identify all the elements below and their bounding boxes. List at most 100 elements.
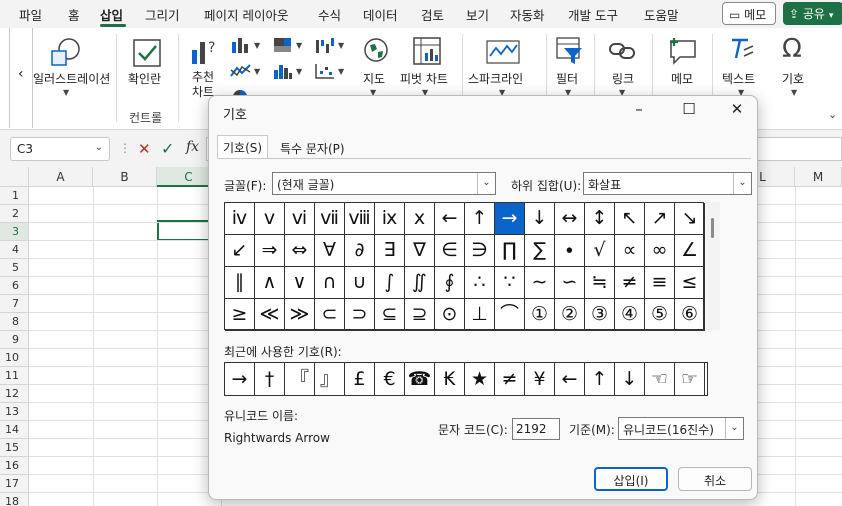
symbol-cell[interactable]: ∥ bbox=[225, 267, 255, 299]
row-header-2[interactable]: 2 bbox=[0, 205, 29, 223]
symbol-cell[interactable]: ∪ bbox=[345, 267, 375, 299]
symbol-cell[interactable]: ⊆ bbox=[375, 299, 405, 331]
close-icon[interactable]: ✕ bbox=[723, 100, 751, 124]
symbol-cell[interactable]: ① bbox=[525, 299, 555, 331]
recent-symbol-cell[interactable]: ☞ bbox=[675, 363, 705, 395]
symbol-cell[interactable]: ③ bbox=[585, 299, 615, 331]
row-header-14[interactable]: 14 bbox=[0, 421, 29, 439]
row-header-3[interactable]: 3 bbox=[0, 223, 29, 241]
recent-symbol-cell[interactable]: ↑ bbox=[585, 363, 615, 395]
symbol-cell[interactable]: ↗ bbox=[645, 203, 675, 235]
symbol-cell[interactable]: ⌒ bbox=[495, 299, 525, 331]
row-header-7[interactable]: 7 bbox=[0, 295, 29, 313]
tab-help[interactable]: 도움말 bbox=[644, 5, 679, 24]
recent-symbol-cell[interactable]: ¥ bbox=[525, 363, 555, 395]
tab-draw[interactable]: 그리기 bbox=[145, 5, 180, 24]
symbol-cell[interactable]: ∼ bbox=[525, 267, 555, 299]
recent-symbol-cell[interactable]: ↓ bbox=[615, 363, 645, 395]
symbol-cell[interactable]: ∝ bbox=[615, 235, 645, 267]
scrollbar-thumb[interactable] bbox=[711, 218, 714, 238]
symbol-cell[interactable]: ⅹ bbox=[405, 203, 435, 235]
recent-symbol-cell[interactable]: 』 bbox=[315, 363, 345, 395]
symbol-cell[interactable]: ↘ bbox=[675, 203, 705, 235]
scatter-chart-button[interactable]: ▼ bbox=[314, 62, 348, 82]
minimize-icon[interactable]: – bbox=[625, 100, 653, 124]
cancel-formula-button[interactable]: ✕ bbox=[138, 140, 151, 158]
select-all-corner[interactable] bbox=[0, 167, 29, 187]
waterfall-chart-button[interactable]: ▼ bbox=[314, 36, 348, 56]
from-select[interactable]: 유니코드(16진수) ⌄ bbox=[618, 417, 744, 440]
share-button[interactable]: ⇪ 공유 ▾ bbox=[783, 2, 842, 25]
row-header-1[interactable]: 1 bbox=[0, 187, 29, 205]
symbol-cell[interactable]: ∃ bbox=[375, 235, 405, 267]
symbol-cell[interactable]: ∏ bbox=[495, 235, 525, 267]
symbol-cell[interactable]: ∇ bbox=[405, 235, 435, 267]
symbol-cell[interactable]: ∬ bbox=[405, 267, 435, 299]
symbol-cell[interactable]: √ bbox=[585, 235, 615, 267]
symbol-cell[interactable]: ↓ bbox=[525, 203, 555, 235]
tab-page-layout[interactable]: 페이지 레이아웃 bbox=[204, 5, 288, 24]
symbols-button[interactable]: Ω 기호 ▼ bbox=[772, 32, 816, 106]
recent-symbol-cell[interactable]: ← bbox=[555, 363, 585, 395]
symbol-cell[interactable]: ≠ bbox=[615, 267, 645, 299]
symbol-cell[interactable]: ∂ bbox=[345, 235, 375, 267]
symbol-grid[interactable]: ⅳ ⅴ ⅵ ⅶ ⅷ ⅸ ⅹ ← ↑ → ↓ ↔ ↕ ↖ ↗ ↘ ↙ ⇒ ⇔ ∀ ∂ ∃ ∇ ∈ ∋ ∏ ∑ ∙ √ ∝ ∞ ∠ ∥ ∧ ∨ ∩ ∪ ∫ ∬ ∮… bbox=[224, 202, 705, 331]
tab-developer[interactable]: 개발 도구 bbox=[568, 5, 618, 24]
row-header-18[interactable]: 18 bbox=[0, 493, 29, 506]
symbol-cell[interactable]: ≫ bbox=[285, 299, 315, 331]
tab-automate[interactable]: 자동화 bbox=[510, 5, 545, 24]
symbol-cell[interactable]: ∵ bbox=[495, 267, 525, 299]
symbol-cell[interactable]: ⅷ bbox=[345, 203, 375, 235]
symbol-cell[interactable]: ↕ bbox=[585, 203, 615, 235]
tab-data[interactable]: 데이터 bbox=[363, 5, 398, 24]
symbol-cell[interactable]: ⅶ bbox=[315, 203, 345, 235]
recent-symbol-cell[interactable]: € bbox=[375, 363, 405, 395]
symbol-cell[interactable]: ⑤ bbox=[645, 299, 675, 331]
symbol-cell[interactable]: ↔ bbox=[555, 203, 585, 235]
row-header-11[interactable]: 11 bbox=[0, 367, 29, 385]
tab-symbols[interactable]: 기호(S) bbox=[217, 135, 269, 159]
symbol-cell[interactable]: ≪ bbox=[255, 299, 285, 331]
row-header-6[interactable]: 6 bbox=[0, 277, 29, 295]
row-header-8[interactable]: 8 bbox=[0, 313, 29, 331]
symbol-grid-scrollbar[interactable] bbox=[706, 202, 720, 330]
symbol-cell[interactable]: ∫ bbox=[375, 267, 405, 299]
row-header-10[interactable]: 10 bbox=[0, 349, 29, 367]
symbol-cell[interactable]: ↖ bbox=[615, 203, 645, 235]
symbol-cell[interactable]: ⊇ bbox=[405, 299, 435, 331]
name-box[interactable]: C3 ⌄ bbox=[10, 137, 110, 161]
row-header-12[interactable]: 12 bbox=[0, 385, 29, 403]
statistic-chart-button[interactable]: ▼ bbox=[272, 62, 306, 82]
comment-button[interactable]: 메모 bbox=[660, 32, 706, 92]
tab-home[interactable]: 홈 bbox=[68, 5, 80, 24]
symbol-cell[interactable]: ↑ bbox=[465, 203, 495, 235]
char-code-input[interactable]: 2192 bbox=[512, 418, 560, 440]
row-header-5[interactable]: 5 bbox=[0, 259, 29, 277]
row-header-13[interactable]: 13 bbox=[0, 403, 29, 421]
recent-symbol-cell[interactable]: ★ bbox=[465, 363, 495, 395]
row-header-4[interactable]: 4 bbox=[0, 241, 29, 259]
enter-formula-button[interactable]: ✓ bbox=[161, 139, 174, 158]
row-header-9[interactable]: 9 bbox=[0, 331, 29, 349]
symbol-cell[interactable]: ⊙ bbox=[435, 299, 465, 331]
hierarchy-chart-button[interactable]: ▼ bbox=[272, 36, 306, 56]
row-header-15[interactable]: 15 bbox=[0, 439, 29, 457]
symbol-cell[interactable]: ⊃ bbox=[345, 299, 375, 331]
symbol-cell[interactable]: ≒ bbox=[585, 267, 615, 299]
symbol-cell[interactable]: ∧ bbox=[255, 267, 285, 299]
column-header-b[interactable]: B bbox=[93, 167, 157, 187]
recent-symbol-cell[interactable]: ₭ bbox=[435, 363, 465, 395]
cancel-button[interactable]: 취소 bbox=[678, 467, 752, 491]
recent-symbol-cell[interactable]: † bbox=[255, 363, 285, 395]
symbol-cell[interactable]: ⅵ bbox=[285, 203, 315, 235]
tab-insert[interactable]: 삽입 bbox=[100, 5, 123, 24]
symbol-cell[interactable]: ⇔ bbox=[285, 235, 315, 267]
symbol-cell[interactable]: ∋ bbox=[465, 235, 495, 267]
ribbon-scroll-left-button[interactable]: ‹ bbox=[9, 28, 33, 128]
symbol-cell[interactable]: ≡ bbox=[645, 267, 675, 299]
symbol-cell[interactable]: ④ bbox=[615, 299, 645, 331]
tab-file[interactable]: 파일 bbox=[19, 5, 42, 24]
comments-button[interactable]: ▭ 메모 bbox=[722, 2, 776, 25]
symbol-cell[interactable]: ⑥ bbox=[675, 299, 705, 331]
collapse-ribbon-icon[interactable]: ⌄ bbox=[828, 108, 837, 121]
